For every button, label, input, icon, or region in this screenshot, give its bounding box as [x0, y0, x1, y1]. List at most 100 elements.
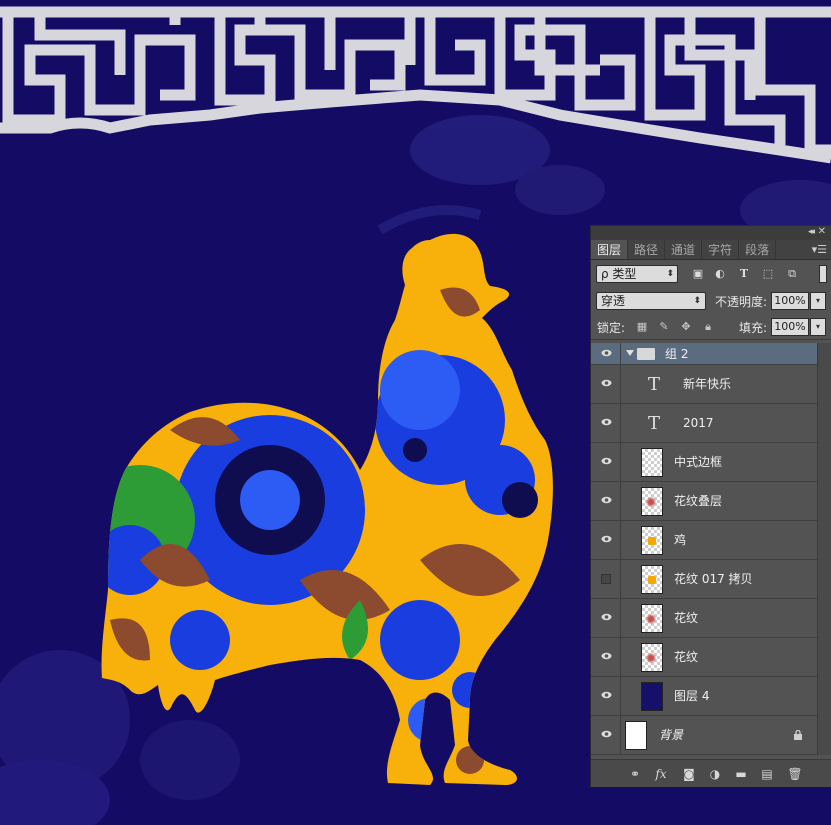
- trash-icon[interactable]: 🗑︎: [787, 766, 803, 782]
- filter-row: ρ 类型 ⬍ ▣ ◐ T ⬚ ⧉: [591, 260, 831, 288]
- lock-transparent-pixels-icon[interactable]: ▦: [635, 320, 649, 334]
- filter-type-icon[interactable]: T: [737, 267, 751, 281]
- visibility-toggle[interactable]: [591, 560, 621, 598]
- panel-bottom-toolbar: ⚭ fx ◙ ◑ ▬ ▤ 🗑︎: [591, 759, 831, 787]
- text-layer-icon: T: [648, 413, 661, 434]
- lock-row: 锁定: ▦ ✎ ✥ 🔒︎ 填充: 100% ▾: [591, 314, 831, 340]
- blend-mode-value: 穿透: [601, 294, 626, 308]
- layer-name: 图层 4: [674, 689, 710, 703]
- layer-row[interactable]: 花纹叠层: [591, 482, 817, 521]
- blend-row: 穿透 ⬍ 不透明度: 100% ▾: [591, 288, 831, 314]
- visibility-toggle[interactable]: [591, 716, 621, 754]
- link-layers-icon[interactable]: ⚭: [627, 766, 643, 782]
- close-panel-icon[interactable]: ✕: [818, 226, 826, 237]
- layer-row[interactable]: 图层 4: [591, 677, 817, 716]
- eye-icon: [601, 535, 612, 543]
- layer-row[interactable]: 鸡: [591, 521, 817, 560]
- tab-channels[interactable]: 通道: [665, 240, 703, 259]
- new-group-icon[interactable]: ▬: [733, 766, 749, 782]
- layer-filter-select[interactable]: ρ 类型 ⬍: [596, 265, 678, 283]
- visibility-toggle[interactable]: [591, 521, 621, 559]
- text-layer-icon: T: [648, 374, 661, 395]
- layers-panel: ◂◂ ✕ 图层 路径 通道 字符 段落 ▾☰ ρ 类型 ⬍ ▣ ◐ T ⬚ ⧉ …: [590, 225, 831, 787]
- visibility-toggle[interactable]: [591, 677, 621, 715]
- layer-row[interactable]: 中式边框: [591, 443, 817, 482]
- opacity-label: 不透明度:: [715, 295, 768, 309]
- new-layer-icon[interactable]: ▤: [759, 766, 775, 782]
- visibility-toggle[interactable]: [591, 638, 621, 676]
- folder-icon: [637, 348, 655, 360]
- opacity-input[interactable]: 100%: [771, 292, 809, 310]
- layer-row-text[interactable]: T 2017: [591, 404, 817, 443]
- fx-icon[interactable]: fx: [653, 766, 669, 782]
- collapse-panel-icon[interactable]: ◂◂: [808, 227, 815, 237]
- layer-name: 新年快乐: [683, 377, 732, 391]
- visibility-toggle[interactable]: [591, 599, 621, 637]
- layers-scrollbar[interactable]: [817, 343, 831, 755]
- lock-all-icon[interactable]: 🔒︎: [701, 320, 715, 334]
- eye-icon: [601, 496, 612, 504]
- chevron-updown-icon: ⬍: [666, 269, 674, 279]
- layer-name: 2017: [683, 416, 714, 430]
- fill-dropdown-icon[interactable]: ▾: [810, 318, 826, 336]
- panel-menu-icon[interactable]: ▾☰: [812, 243, 827, 256]
- layer-thumbnail: [641, 604, 663, 633]
- lock-image-pixels-icon[interactable]: ✎: [657, 320, 671, 334]
- filter-adjustment-icon[interactable]: ◐: [713, 267, 727, 281]
- layer-thumbnail: [641, 643, 663, 672]
- visibility-toggle[interactable]: [591, 404, 621, 442]
- layer-row-text[interactable]: T 新年快乐: [591, 365, 817, 404]
- layer-thumbnail: [641, 526, 663, 555]
- visibility-toggle[interactable]: [591, 343, 621, 364]
- layer-name: 中式边框: [674, 455, 723, 469]
- filter-smart-object-icon[interactable]: ⧉: [785, 267, 799, 281]
- layer-thumbnail: [641, 565, 663, 594]
- layer-name: 组 2: [665, 347, 689, 361]
- eye-icon: [601, 613, 612, 621]
- lock-label: 锁定:: [597, 321, 626, 335]
- tab-character[interactable]: 字符: [702, 240, 740, 259]
- layer-thumbnail: [625, 721, 647, 750]
- layers-list: 组 2 T 新年快乐 T 2017 中式边框 花纹叠层 鸡 花纹 017 拷贝 …: [591, 343, 817, 755]
- layer-name: 花纹: [674, 611, 699, 625]
- filter-shape-icon[interactable]: ⬚: [761, 267, 775, 281]
- visibility-toggle[interactable]: [591, 365, 621, 403]
- layer-row-background[interactable]: 背景: [591, 716, 817, 755]
- eye-icon: [601, 457, 612, 465]
- eye-icon: [601, 730, 612, 738]
- filter-toggle[interactable]: [819, 265, 827, 283]
- layer-row-group[interactable]: 组 2: [591, 343, 817, 365]
- visibility-toggle[interactable]: [591, 482, 621, 520]
- fill-input[interactable]: 100%: [771, 318, 809, 336]
- layer-name: 花纹 017 拷贝: [674, 572, 753, 586]
- layer-row-hidden[interactable]: 花纹 017 拷贝: [591, 560, 817, 599]
- eye-icon: [601, 652, 612, 660]
- fill-label: 填充:: [739, 321, 768, 335]
- panel-tabs: 图层 路径 通道 字符 段落 ▾☰: [591, 240, 831, 260]
- layer-row[interactable]: 花纹: [591, 638, 817, 677]
- tab-paths[interactable]: 路径: [628, 240, 666, 259]
- panel-title-bar[interactable]: ◂◂ ✕: [591, 226, 831, 240]
- visibility-toggle[interactable]: [591, 443, 621, 481]
- chevron-updown-icon: ⬍: [693, 296, 701, 306]
- layer-thumbnail: [641, 682, 663, 711]
- add-mask-icon[interactable]: ◙: [681, 766, 697, 782]
- eye-icon: [601, 379, 612, 387]
- layer-filter-label: ρ 类型: [601, 267, 637, 281]
- tab-paragraph[interactable]: 段落: [739, 240, 777, 259]
- layer-name: 背景: [659, 728, 684, 742]
- layer-thumbnail: [641, 487, 663, 516]
- tab-layers[interactable]: 图层: [591, 240, 629, 259]
- layer-thumbnail: [641, 448, 663, 477]
- blend-mode-select[interactable]: 穿透 ⬍: [596, 292, 706, 310]
- lock-position-icon[interactable]: ✥: [679, 320, 693, 334]
- new-adjustment-layer-icon[interactable]: ◑: [707, 766, 723, 782]
- layer-name: 花纹叠层: [674, 494, 723, 508]
- opacity-dropdown-icon[interactable]: ▾: [810, 292, 826, 310]
- layer-name: 花纹: [674, 650, 699, 664]
- hidden-visibility-box: [601, 574, 611, 584]
- filter-pixel-icon[interactable]: ▣: [691, 267, 705, 281]
- expand-triangle-icon[interactable]: [626, 350, 634, 356]
- layer-row[interactable]: 花纹: [591, 599, 817, 638]
- lock-icon: [794, 730, 802, 740]
